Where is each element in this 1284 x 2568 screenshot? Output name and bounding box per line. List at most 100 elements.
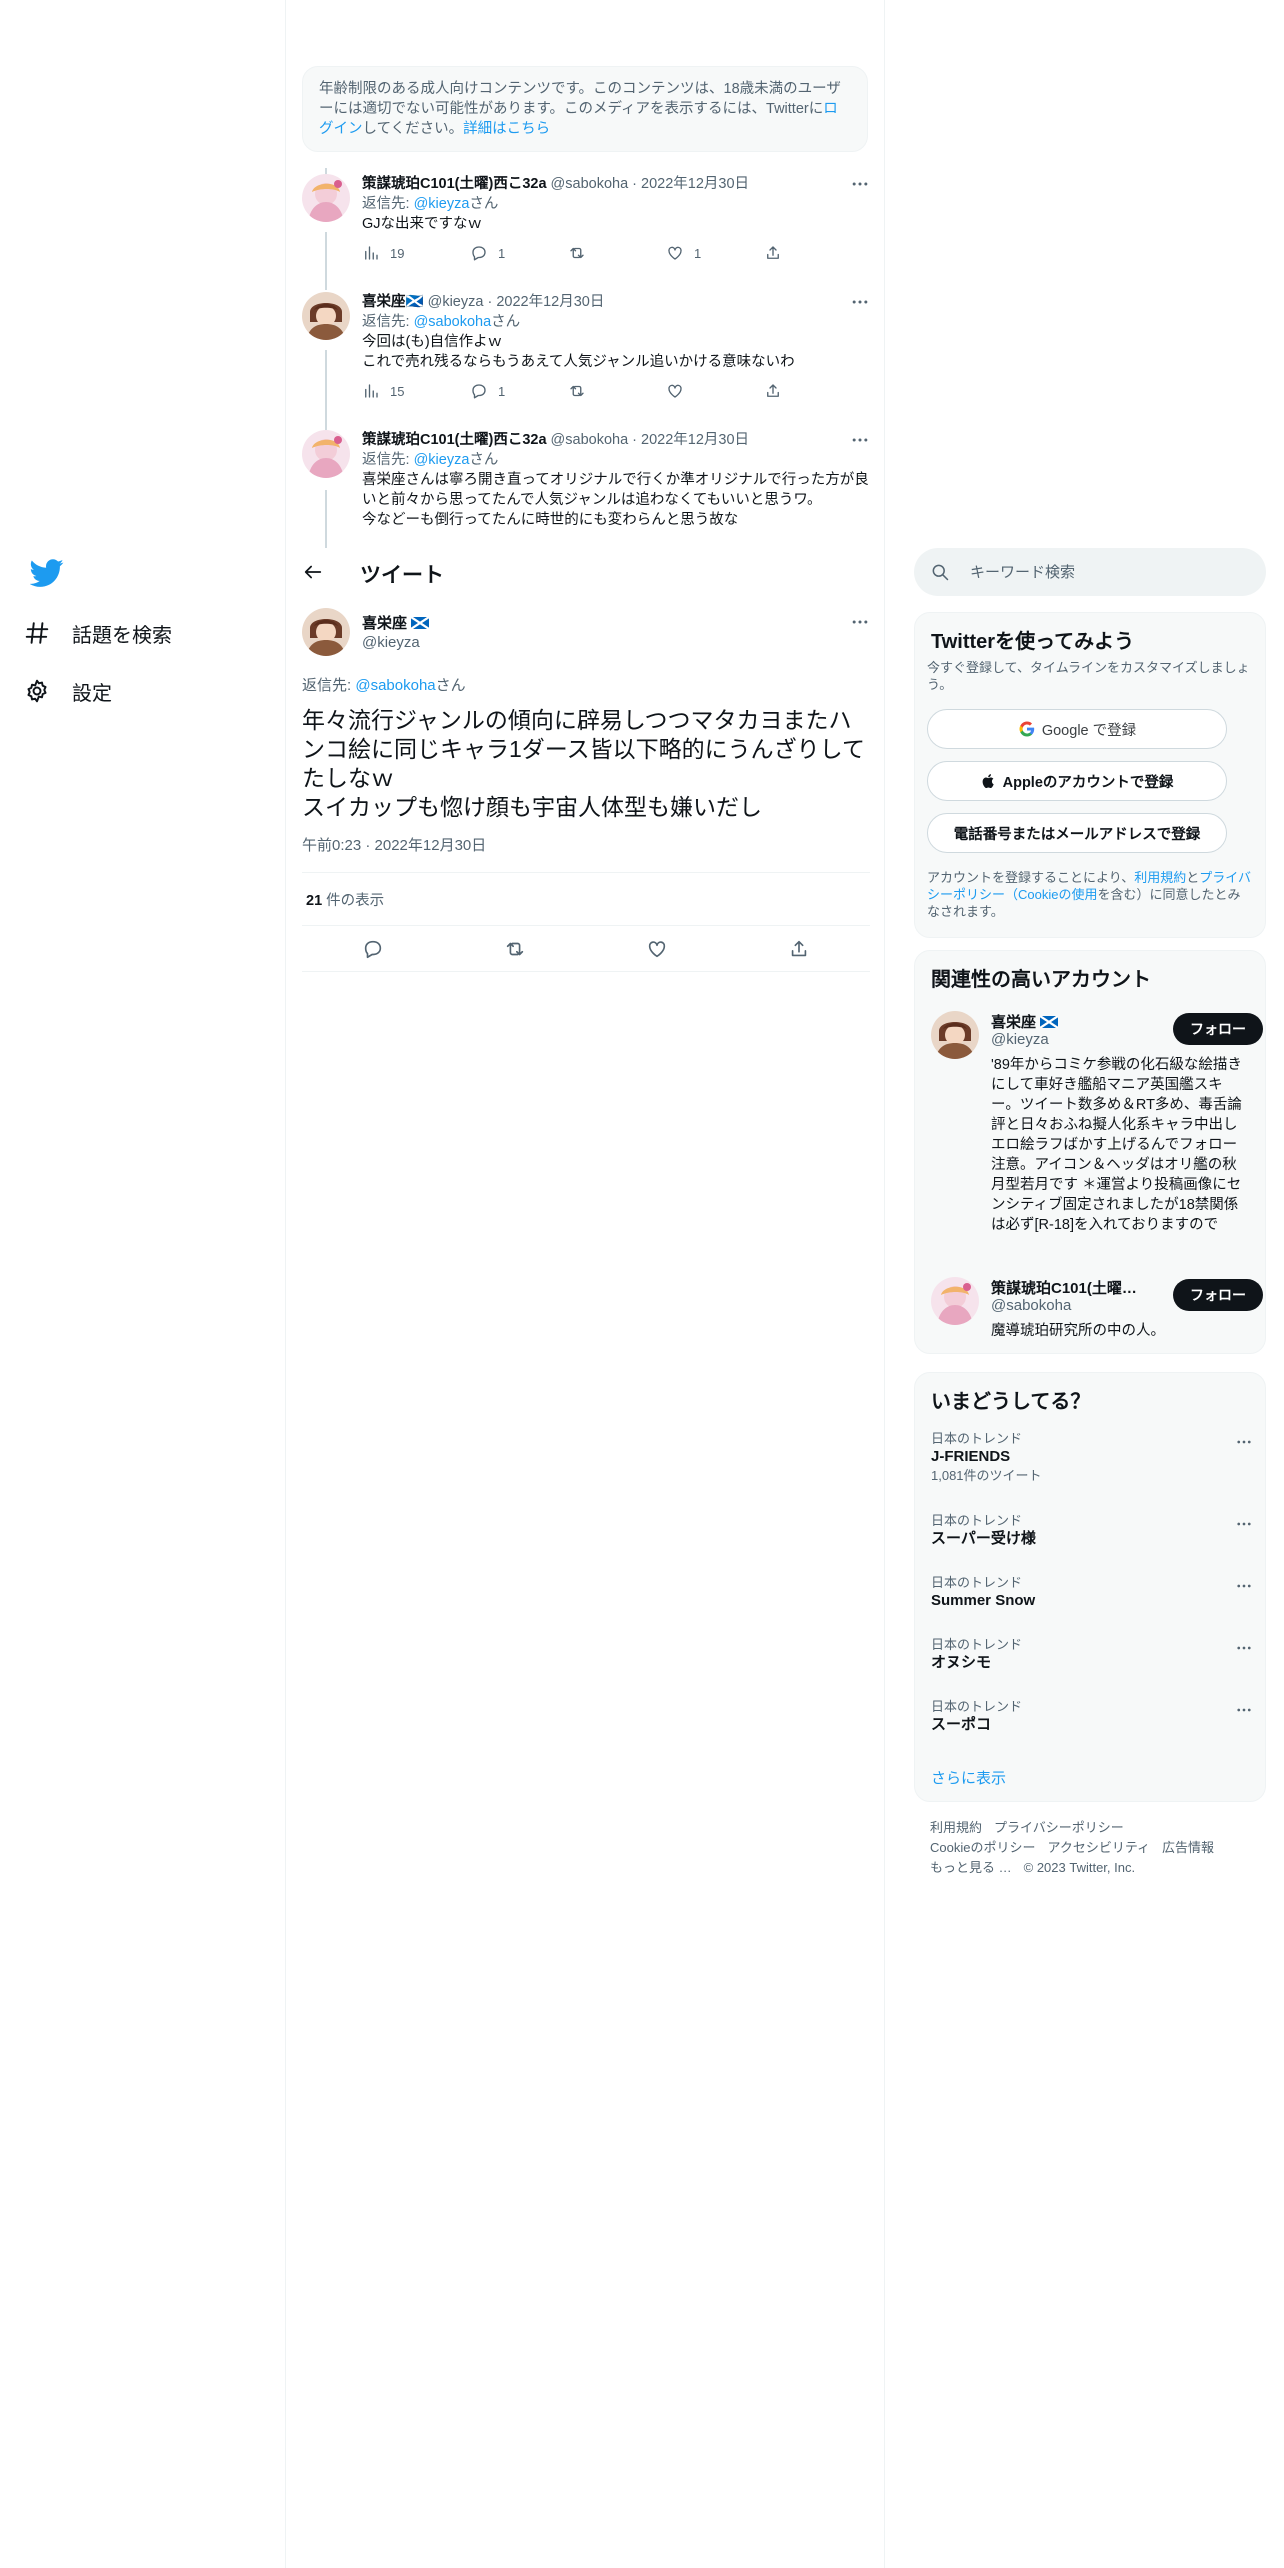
trend-item[interactable]: 日本のトレンド スーポコ	[931, 1699, 1253, 1735]
reply-to-link[interactable]: @sabokoha	[414, 314, 492, 330]
author-handle[interactable]: @kieyza	[362, 634, 420, 651]
avatar[interactable]	[302, 608, 350, 656]
more-options-icon[interactable]	[1235, 1701, 1253, 1719]
nav-explore[interactable]: 話題を検索	[24, 608, 172, 658]
google-signup-button[interactable]: Google で登録	[927, 709, 1227, 749]
notice-text-middle: してください。	[362, 121, 464, 137]
share-icon[interactable]	[788, 938, 810, 960]
avatar[interactable]	[302, 430, 350, 478]
heart-icon[interactable]	[646, 938, 668, 960]
back-arrow-icon[interactable]	[302, 561, 324, 583]
author-handle[interactable]: @sabokoha	[551, 432, 629, 448]
trend-name: スーポコ	[931, 1716, 992, 1733]
author-handle[interactable]: @kieyza	[428, 294, 484, 310]
share-button[interactable]	[764, 382, 782, 400]
thread-tweet[interactable]: 策謀琥珀C101(土曜)西こ32a @sabokoha · 2022年12月30…	[302, 430, 870, 548]
reply-icon	[472, 246, 486, 261]
author-name[interactable]: 喜栄座	[362, 612, 430, 633]
avatar[interactable]	[302, 292, 350, 340]
trend-label: 日本のトレンド	[931, 1637, 1023, 1652]
account-name[interactable]: 喜栄座	[991, 1011, 1141, 1032]
nav-settings[interactable]: 設定	[24, 666, 112, 716]
footer-ads-link[interactable]: 広告情報	[1162, 1840, 1214, 1855]
more-options-icon[interactable]	[1235, 1577, 1253, 1595]
account-item[interactable]: 喜栄座 @kieyza フォロー '89年からコミケ参戦の化石級な絵描きにして車…	[931, 1011, 1263, 1251]
trend-name: J-FRIENDS	[931, 1448, 1011, 1465]
retweet-button[interactable]	[568, 382, 596, 400]
show-more-link[interactable]: さらに表示	[931, 1767, 1006, 1788]
follow-button[interactable]: フォロー	[1173, 1013, 1263, 1045]
tweet-timestamp[interactable]: 午前0:23 · 2022年12月30日	[302, 834, 486, 855]
reply-button[interactable]: 1	[470, 244, 505, 262]
notice-text: 年齢制限のある成人向けコンテンツです。このコンテンツは、18歳未満のユーザーには…	[319, 81, 841, 117]
thread-tweet[interactable]: 策謀琥珀C101(土曜)西こ32a @sabokoha · 2022年12月30…	[302, 174, 870, 284]
account-bio: '89年からコミケ参戦の化石級な絵描きにして車好き艦船マニア英国艦スキー。ツイー…	[991, 1057, 1242, 1233]
footer-accessibility-link[interactable]: アクセシビリティ	[1047, 1840, 1150, 1855]
share-icon	[767, 384, 779, 397]
nav-explore-label: 話題を検索	[72, 624, 172, 647]
author-name[interactable]: 策謀琥珀C101(土曜)西こ32a	[362, 432, 547, 448]
apple-signup-button[interactable]: Appleのアカウントで登録	[927, 761, 1227, 801]
more-options-icon[interactable]	[1235, 1433, 1253, 1451]
more-options-icon[interactable]	[850, 612, 870, 632]
terms-link[interactable]: 利用規約	[1134, 870, 1186, 885]
more-options-icon[interactable]	[850, 292, 870, 312]
trend-item[interactable]: 日本のトレンド オヌシモ	[931, 1637, 1253, 1673]
reply-prefix: 返信先:	[362, 314, 414, 330]
like-button[interactable]: 1	[666, 244, 701, 262]
author-name[interactable]: 策謀琥珀C101(土曜)西こ32a	[362, 176, 547, 192]
reply-to-link[interactable]: @sabokoha	[355, 677, 435, 694]
retweet-button[interactable]	[568, 244, 596, 262]
search-box[interactable]	[914, 548, 1266, 596]
footer-privacy-link[interactable]: プライバシーポリシー	[994, 1820, 1124, 1835]
share-icon	[767, 246, 779, 259]
trend-item[interactable]: 日本のトレンド スーパー受け様	[931, 1513, 1253, 1549]
follow-button[interactable]: フォロー	[1173, 1279, 1263, 1311]
more-options-icon[interactable]	[1235, 1639, 1253, 1657]
twitter-logo-icon[interactable]	[30, 556, 64, 590]
more-options-icon[interactable]	[850, 174, 870, 194]
phone-email-signup-button[interactable]: 電話番号またはメールアドレスで登録	[927, 813, 1227, 853]
views-button[interactable]: 19	[362, 244, 404, 262]
account-handle[interactable]: @kieyza	[991, 1031, 1049, 1048]
avatar[interactable]	[931, 1011, 979, 1059]
like-button[interactable]	[666, 382, 694, 400]
search-input[interactable]	[970, 560, 1240, 584]
footer-terms-link[interactable]: 利用規約	[930, 1820, 982, 1835]
footer-more-link[interactable]: もっと見る …	[930, 1860, 1012, 1875]
legal-text: と	[1186, 870, 1200, 885]
more-options-icon[interactable]	[1235, 1515, 1253, 1533]
details-link[interactable]: 詳細はこちら	[463, 121, 550, 137]
trend-item[interactable]: 日本のトレンド Summer Snow	[931, 1575, 1253, 1611]
views-button[interactable]: 15	[362, 382, 404, 400]
hashtag-icon	[25, 622, 49, 644]
account-item[interactable]: 策謀琥珀C101(土曜)西こ32a @sabokoha フォロー 魔導琥珀研究所…	[931, 1277, 1263, 1347]
more-options-icon[interactable]	[850, 430, 870, 450]
reply-icon[interactable]	[362, 938, 384, 960]
trend-item[interactable]: 日本のトレンド J-FRIENDS 1,081件のツイート	[931, 1431, 1253, 1485]
footer-cookies-link[interactable]: Cookieのポリシー	[930, 1840, 1035, 1855]
tweet-text: 今回は(も)自信作よｗ これで売れ残るならもうあえて人気ジャンル追いかける意味な…	[362, 334, 795, 370]
heart-icon	[668, 246, 682, 260]
account-name[interactable]: 策謀琥珀C101(土曜)西こ32a	[991, 1277, 1141, 1298]
trends-title: いまどうしてる？	[931, 1391, 1091, 1413]
trend-label: 日本のトレンド	[931, 1513, 1023, 1528]
account-handle[interactable]: @sabokoha	[991, 1297, 1071, 1314]
share-button[interactable]	[764, 244, 782, 262]
tweet-date[interactable]: 2022年12月30日	[496, 294, 604, 310]
avatar[interactable]	[302, 174, 350, 222]
footer-links: 利用規約 プライバシーポリシー Cookieのポリシー アクセシビリティ 広告情報 も…	[930, 1818, 1250, 1878]
reply-button[interactable]: 1	[470, 382, 505, 400]
reply-to-link[interactable]: @kieyza	[414, 452, 470, 468]
tweet-date[interactable]: 2022年12月30日	[641, 176, 749, 192]
avatar[interactable]	[931, 1277, 979, 1325]
reply-suffix: さん	[491, 314, 521, 330]
thread-tweet[interactable]: 喜栄座🏴󠁧󠁢󠁳󠁣󠁴󠁿 @kieyza · 2022年12月30日 返信先: @s…	[302, 292, 870, 422]
author-handle[interactable]: @sabokoha	[551, 176, 629, 192]
reply-to-link[interactable]: @kieyza	[414, 196, 470, 212]
reply-prefix: 返信先:	[362, 452, 414, 468]
views-summary[interactable]: 21 件の表示	[302, 872, 870, 926]
author-name[interactable]: 喜栄座🏴󠁧󠁢󠁳󠁣󠁴󠁿	[362, 294, 424, 310]
retweet-icon[interactable]	[504, 938, 526, 960]
tweet-date[interactable]: 2022年12月30日	[641, 432, 749, 448]
